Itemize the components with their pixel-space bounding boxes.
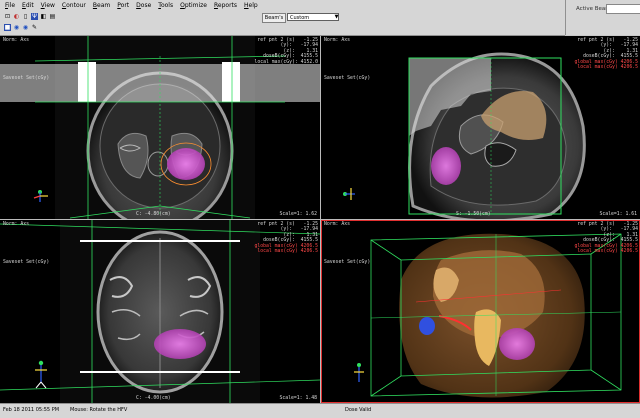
target-view-icon[interactable]: ◉	[22, 24, 29, 31]
axial-scale: Scale=1: 1.62	[279, 212, 317, 217]
menu-edit[interactable]: Edit	[22, 0, 34, 11]
coronal-scale: Scale=1: 1.48	[279, 396, 317, 401]
globe-view-icon[interactable]: ◉	[13, 24, 20, 31]
layout-tool-icon[interactable]: ▤	[49, 13, 56, 20]
axial-ref-point: ref pnt 2 (s) -1.25 (y): -17.94 (z): 1.3…	[254, 38, 318, 65]
sagittal-slice-pos: S: -1.50(cm)	[456, 212, 491, 217]
menu-beam[interactable]: Beam	[93, 0, 110, 11]
menu-help[interactable]: Help	[244, 0, 258, 11]
active-beams-input[interactable]	[606, 4, 640, 14]
3d-ref-point: ref pnt 2 (s) -1.25 (y): -17.94 (z): 1.3…	[577, 222, 638, 244]
coronal-viewport[interactable]: Norm: Axs Saveset Set(cGy) ref pnt 2 (s)…	[0, 220, 320, 403]
sagittal-ref-point: ref pnt 2 (s) -1.25 (y): -17.94 (z): 1.3…	[577, 38, 638, 60]
sagittal-dose-max: global max(cGy) 4206.5 local max(cGy) 42…	[574, 60, 638, 71]
menu-file[interactable]: File	[5, 0, 15, 11]
menu-port[interactable]: Port	[117, 0, 129, 11]
sagittal-series-label: Saveset Set(cGy)	[324, 76, 371, 81]
menu-dose[interactable]: Dose	[136, 0, 151, 11]
menu-tools[interactable]: Tools	[158, 0, 173, 11]
menu-reports[interactable]: Reports	[214, 0, 237, 11]
draw-tool-icon[interactable]: ✎	[31, 24, 38, 31]
beam-tool-icon[interactable]: Ψ	[31, 13, 38, 20]
status-time: Feb 18 2011 05:55 PM	[3, 407, 60, 413]
sagittal-norm-label: Norm: Axs	[324, 38, 350, 43]
axial-viewport[interactable]: Norm: Axs Saveset Set(cGy) ref pnt 2 (s)…	[0, 36, 320, 219]
menu-contour[interactable]: Contour	[62, 0, 86, 11]
coronal-norm-label: Norm: Axs	[3, 222, 29, 227]
3d-series-label: Saveset Set(cGy)	[324, 260, 371, 265]
coronal-dose-max: global max(cGy) 4206.5 local max(cGy) 42…	[254, 244, 318, 255]
sagittal-scale: Scale=1: 1.61	[599, 212, 637, 217]
axial-norm-label: Norm: Axs	[3, 38, 29, 43]
sagittal-viewport[interactable]: Norm: Axs Saveset Set(cGy) ref pnt 2 (s)…	[321, 36, 640, 219]
contrast-tool-icon[interactable]: ◐	[13, 13, 20, 20]
3d-norm-label: Norm: Axs	[324, 222, 350, 227]
view-mode-label[interactable]: Beam's	[262, 13, 286, 23]
select-tool-icon[interactable]: ⊡	[4, 13, 11, 20]
view-select[interactable]: Custom	[287, 13, 339, 21]
window-tool-icon[interactable]: ◧	[40, 13, 47, 20]
coronal-series-label: Saveset Set(cGy)	[3, 260, 50, 265]
status-dose-valid: Dose Valid	[345, 407, 372, 413]
axial-series-label: Saveset Set(cGy)	[3, 76, 50, 81]
ruler-tool-icon[interactable]: ▯	[22, 13, 29, 20]
viewport-divider-horizontal[interactable]	[0, 219, 640, 220]
menu-optimize[interactable]: Optimize	[180, 0, 207, 11]
3d-dose-max: global max(cGy) 4206.5 local max(cGy) 42…	[574, 244, 638, 255]
axial-slice-pos: C: -4.80(cm)	[136, 212, 171, 217]
coronal-ref-point: ref pnt 2 (s) -1.25 (y): -17.94 (z): 1.3…	[257, 222, 318, 244]
menu-view[interactable]: View	[41, 0, 55, 11]
status-mouse-hint: Mouse: Rotate the HFV	[70, 407, 128, 413]
3d-viewport[interactable]: Norm: Axs Saveset Set(cGy) ref pnt 2 (s)…	[321, 220, 640, 403]
chevron-down-icon[interactable]: ▼	[333, 13, 340, 21]
coronal-slice-pos: C: -4.00(cm)	[136, 396, 171, 401]
square-view-icon[interactable]: ■	[4, 24, 11, 31]
